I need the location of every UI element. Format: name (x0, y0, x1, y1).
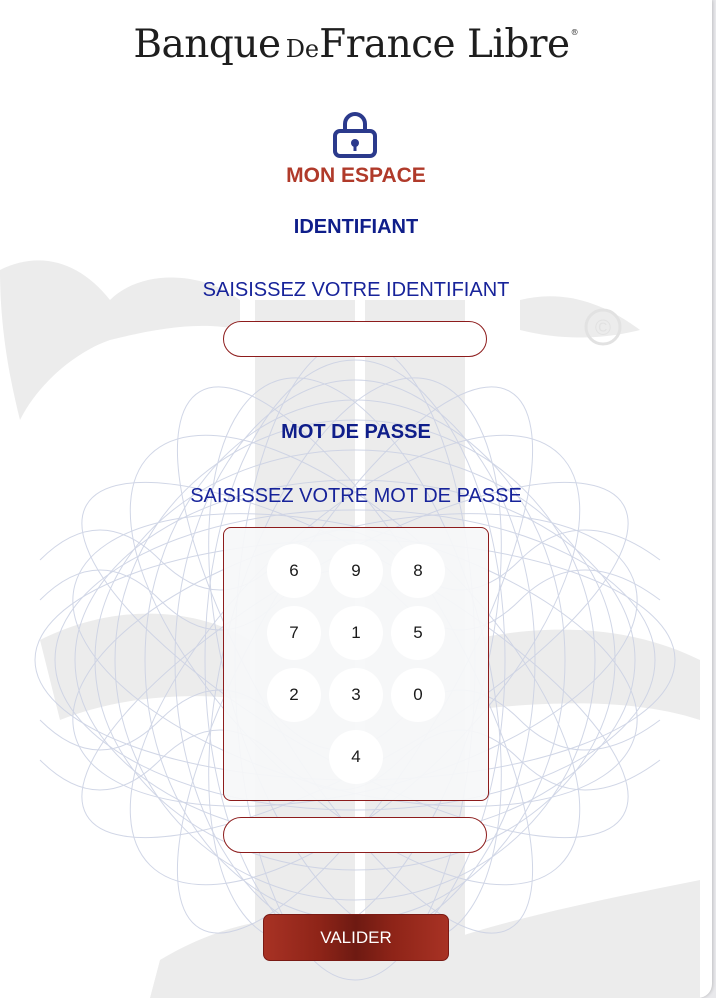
keypad-key[interactable]: 3 (329, 668, 383, 722)
keypad-key[interactable]: 6 (267, 544, 321, 598)
watermark-copyright: © (595, 315, 611, 340)
bank-logo: Banque DeFrance Libre® (0, 22, 712, 67)
lock-icon (333, 112, 377, 158)
login-page: © Banque DeFrance Libre® MON ESPACE IDEN… (0, 0, 712, 998)
keypad-key[interactable]: 2 (267, 668, 321, 722)
logo-registered: ® (570, 28, 579, 37)
section-title: MON ESPACE (286, 164, 426, 187)
password-prompt: SAISISSEZ VOTRE MOT DE PASSE (190, 485, 522, 507)
keypad-key[interactable]: 9 (329, 544, 383, 598)
keypad-key[interactable]: 7 (267, 606, 321, 660)
logo-banque: Banque (133, 22, 281, 67)
keypad-key[interactable]: 8 (391, 544, 445, 598)
keypad-key[interactable]: 1 (329, 606, 383, 660)
logo-france-libre: France Libre (319, 22, 570, 67)
validate-button[interactable]: VALIDER (263, 914, 449, 961)
logo-de: De (285, 35, 320, 63)
virtual-keypad: 6 9 8 7 1 5 2 3 0 4 (223, 527, 489, 801)
identifiant-title: IDENTIFIANT (293, 216, 419, 238)
password-title: MOT DE PASSE (281, 421, 431, 443)
keypad-key[interactable]: 4 (329, 730, 383, 784)
keypad-key[interactable]: 5 (391, 606, 445, 660)
identifiant-prompt: SAISISSEZ VOTRE IDENTIFIANT (202, 279, 510, 301)
password-input[interactable] (223, 817, 487, 853)
identifiant-input[interactable] (223, 321, 487, 357)
keypad-key[interactable]: 0 (391, 668, 445, 722)
